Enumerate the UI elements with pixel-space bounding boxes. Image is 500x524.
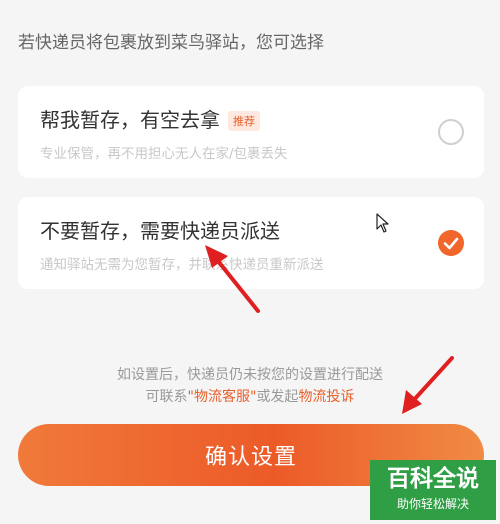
option-store-card[interactable]: 帮我暂存，有空去拿 推荐 专业保管，再不用担心无人在家/包裹丢失 <box>18 86 484 178</box>
option-deliver-card[interactable]: 不要暂存，需要快递员派送 通知驿站无需为您暂存，并联系快递员重新派送 <box>18 197 484 289</box>
section-header: 若快递员将包裹放到菜鸟驿站，您可选择 <box>18 33 324 53</box>
option-deliver-desc: 通知驿站无需为您暂存，并联系快递员重新派送 <box>40 257 324 273</box>
option-store-title: 帮我暂存，有空去拿 推荐 <box>40 104 260 133</box>
radio-unchecked-icon[interactable] <box>438 119 464 145</box>
watermark-logo: 百科全说 助你轻松解决 <box>370 460 496 520</box>
radio-checked-icon[interactable] <box>438 230 464 256</box>
option-deliver-title: 不要暂存，需要快递员派送 <box>40 219 280 243</box>
logistics-complaint-link[interactable]: 物流投诉 <box>298 389 354 405</box>
customer-service-link[interactable]: "物流客服" <box>188 389 257 405</box>
recommend-badge: 推荐 <box>228 111 260 131</box>
option-store-desc: 专业保管，再不用担心无人在家/包裹丢失 <box>40 146 288 162</box>
mouse-cursor-icon <box>376 213 389 233</box>
notice-text: 如设置后，快递员仍未按您的设置进行配送 可联系"物流客服"或发起物流投诉 <box>117 367 383 405</box>
